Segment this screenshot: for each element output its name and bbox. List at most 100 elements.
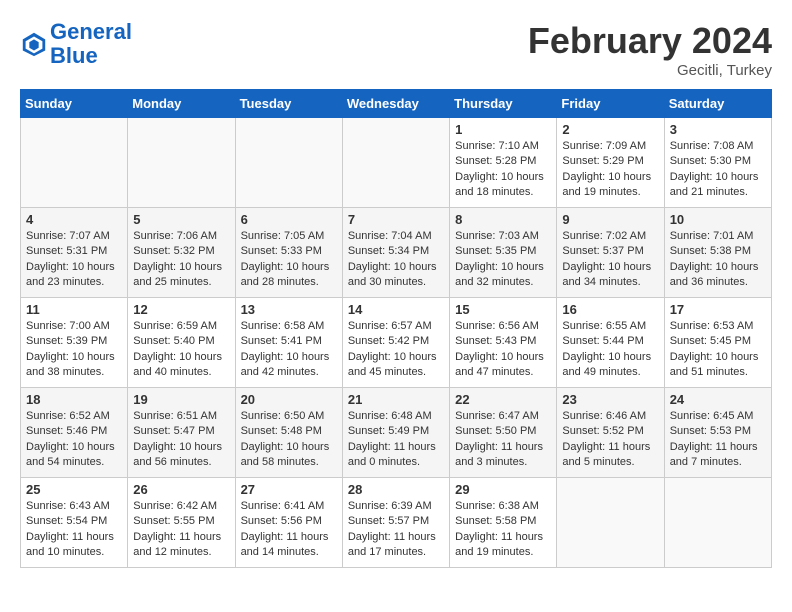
- day-info: Sunrise: 6:59 AM Sunset: 5:40 PM Dayligh…: [133, 319, 229, 381]
- calendar-cell: 5 Sunrise: 7:06 AM Sunset: 5:32 PM Daylig…: [128, 208, 235, 298]
- calendar-cell: [557, 478, 664, 568]
- day-info: Sunrise: 6:39 AM Sunset: 5:57 PM Dayligh…: [348, 499, 444, 561]
- calendar-cell: 11Sunrise: 7:00 AM Sunset: 5:39 PM Dayli…: [21, 298, 128, 388]
- day-info: Sunrise: 7:05 AM Sunset: 5:33 PM Dayligh…: [241, 229, 337, 291]
- day-info: Sunrise: 6:52 AM Sunset: 5:46 PM Dayligh…: [26, 409, 122, 471]
- col-header-saturday: Saturday: [664, 90, 771, 118]
- page-header: General Blue February 2024 Gecitli, Turk…: [20, 20, 772, 79]
- calendar-cell: 4 Sunrise: 7:07 AM Sunset: 5:31 PM Daylig…: [21, 208, 128, 298]
- day-info: Sunrise: 7:00 AM Sunset: 5:39 PM Dayligh…: [26, 319, 122, 381]
- calendar-header-row: SundayMondayTuesdayWednesdayThursdayFrid…: [21, 90, 772, 118]
- title-block: February 2024 Gecitli, Turkey: [528, 20, 772, 79]
- calendar-cell: [664, 478, 771, 568]
- day-info: Sunrise: 6:46 AM Sunset: 5:52 PM Dayligh…: [562, 409, 658, 471]
- calendar-cell: 21 Sunrise: 6:48 AM Sunset: 5:49 PM Dayli…: [342, 388, 449, 478]
- day-number: 21: [348, 392, 444, 407]
- col-header-friday: Friday: [557, 90, 664, 118]
- calendar-cell: 9Sunrise: 7:02 AM Sunset: 5:37 PM Daylig…: [557, 208, 664, 298]
- day-number: 16: [562, 302, 658, 317]
- calendar-cell: 26 Sunrise: 6:42 AM Sunset: 5:55 PM Dayli…: [128, 478, 235, 568]
- day-number: 12: [133, 302, 229, 317]
- day-number: 7: [348, 212, 444, 227]
- day-info: Sunrise: 6:50 AM Sunset: 5:48 PM Dayligh…: [241, 409, 337, 471]
- calendar-cell: [21, 118, 128, 208]
- calendar-cell: 22Sunrise: 6:47 AM Sunset: 5:50 PM Dayli…: [450, 388, 557, 478]
- day-number: 17: [670, 302, 766, 317]
- col-header-thursday: Thursday: [450, 90, 557, 118]
- day-number: 6: [241, 212, 337, 227]
- day-info: Sunrise: 7:04 AM Sunset: 5:34 PM Dayligh…: [348, 229, 444, 291]
- calendar-cell: 19 Sunrise: 6:51 AM Sunset: 5:47 PM Dayli…: [128, 388, 235, 478]
- day-number: 3: [670, 122, 766, 137]
- day-number: 19: [133, 392, 229, 407]
- calendar-cell: 7 Sunrise: 7:04 AM Sunset: 5:34 PM Daylig…: [342, 208, 449, 298]
- day-info: Sunrise: 6:43 AM Sunset: 5:54 PM Dayligh…: [26, 499, 122, 561]
- day-number: 26: [133, 482, 229, 497]
- day-number: 1: [455, 122, 551, 137]
- day-info: Sunrise: 7:07 AM Sunset: 5:31 PM Dayligh…: [26, 229, 122, 291]
- day-info: Sunrise: 7:08 AM Sunset: 5:30 PM Dayligh…: [670, 139, 766, 201]
- day-info: Sunrise: 6:56 AM Sunset: 5:43 PM Dayligh…: [455, 319, 551, 381]
- day-number: 27: [241, 482, 337, 497]
- day-number: 10: [670, 212, 766, 227]
- day-info: Sunrise: 6:53 AM Sunset: 5:45 PM Dayligh…: [670, 319, 766, 381]
- day-number: 29: [455, 482, 551, 497]
- calendar-cell: 15 Sunrise: 6:56 AM Sunset: 5:43 PM Dayli…: [450, 298, 557, 388]
- day-number: 28: [348, 482, 444, 497]
- week-row-2: 4 Sunrise: 7:07 AM Sunset: 5:31 PM Daylig…: [21, 208, 772, 298]
- location: Gecitli, Turkey: [528, 62, 772, 79]
- day-number: 25: [26, 482, 122, 497]
- calendar-cell: [235, 118, 342, 208]
- calendar-table: SundayMondayTuesdayWednesdayThursdayFrid…: [20, 89, 772, 568]
- calendar-cell: 13Sunrise: 6:58 AM Sunset: 5:41 PM Dayli…: [235, 298, 342, 388]
- week-row-5: 25 Sunrise: 6:43 AM Sunset: 5:54 PM Dayli…: [21, 478, 772, 568]
- day-info: Sunrise: 6:48 AM Sunset: 5:49 PM Dayligh…: [348, 409, 444, 471]
- day-number: 14: [348, 302, 444, 317]
- calendar-cell: 29 Sunrise: 6:38 AM Sunset: 5:58 PM Dayli…: [450, 478, 557, 568]
- day-number: 13: [241, 302, 337, 317]
- day-info: Sunrise: 6:47 AM Sunset: 5:50 PM Dayligh…: [455, 409, 551, 471]
- day-number: 23: [562, 392, 658, 407]
- calendar-cell: 3 Sunrise: 7:08 AM Sunset: 5:30 PM Daylig…: [664, 118, 771, 208]
- day-number: 2: [562, 122, 658, 137]
- day-number: 24: [670, 392, 766, 407]
- logo-line2: Blue: [50, 43, 98, 68]
- day-number: 15: [455, 302, 551, 317]
- day-info: Sunrise: 7:01 AM Sunset: 5:38 PM Dayligh…: [670, 229, 766, 291]
- month-title: February 2024: [528, 20, 772, 62]
- calendar-cell: 8Sunrise: 7:03 AM Sunset: 5:35 PM Daylig…: [450, 208, 557, 298]
- day-number: 8: [455, 212, 551, 227]
- day-info: Sunrise: 6:42 AM Sunset: 5:55 PM Dayligh…: [133, 499, 229, 561]
- day-info: Sunrise: 7:02 AM Sunset: 5:37 PM Dayligh…: [562, 229, 658, 291]
- day-info: Sunrise: 6:45 AM Sunset: 5:53 PM Dayligh…: [670, 409, 766, 471]
- week-row-3: 11Sunrise: 7:00 AM Sunset: 5:39 PM Dayli…: [21, 298, 772, 388]
- day-info: Sunrise: 6:41 AM Sunset: 5:56 PM Dayligh…: [241, 499, 337, 561]
- logo: General Blue: [20, 20, 132, 68]
- calendar-cell: 14Sunrise: 6:57 AM Sunset: 5:42 PM Dayli…: [342, 298, 449, 388]
- calendar-cell: 17 Sunrise: 6:53 AM Sunset: 5:45 PM Dayli…: [664, 298, 771, 388]
- day-number: 5: [133, 212, 229, 227]
- calendar-cell: 16 Sunrise: 6:55 AM Sunset: 5:44 PM Dayli…: [557, 298, 664, 388]
- col-header-sunday: Sunday: [21, 90, 128, 118]
- day-info: Sunrise: 6:51 AM Sunset: 5:47 PM Dayligh…: [133, 409, 229, 471]
- day-number: 18: [26, 392, 122, 407]
- week-row-1: 1Sunrise: 7:10 AM Sunset: 5:28 PM Daylig…: [21, 118, 772, 208]
- day-number: 4: [26, 212, 122, 227]
- logo-icon: [20, 30, 48, 58]
- calendar-cell: 23 Sunrise: 6:46 AM Sunset: 5:52 PM Dayli…: [557, 388, 664, 478]
- calendar-cell: 27 Sunrise: 6:41 AM Sunset: 5:56 PM Dayli…: [235, 478, 342, 568]
- day-info: Sunrise: 6:38 AM Sunset: 5:58 PM Dayligh…: [455, 499, 551, 561]
- week-row-4: 18 Sunrise: 6:52 AM Sunset: 5:46 PM Dayli…: [21, 388, 772, 478]
- calendar-cell: 1Sunrise: 7:10 AM Sunset: 5:28 PM Daylig…: [450, 118, 557, 208]
- col-header-monday: Monday: [128, 90, 235, 118]
- calendar-cell: 6 Sunrise: 7:05 AM Sunset: 5:33 PM Daylig…: [235, 208, 342, 298]
- day-info: Sunrise: 7:06 AM Sunset: 5:32 PM Dayligh…: [133, 229, 229, 291]
- calendar-cell: 18 Sunrise: 6:52 AM Sunset: 5:46 PM Dayli…: [21, 388, 128, 478]
- logo-line1: General: [50, 19, 132, 44]
- day-number: 20: [241, 392, 337, 407]
- calendar-cell: 24 Sunrise: 6:45 AM Sunset: 5:53 PM Dayli…: [664, 388, 771, 478]
- calendar-cell: 25 Sunrise: 6:43 AM Sunset: 5:54 PM Dayli…: [21, 478, 128, 568]
- col-header-tuesday: Tuesday: [235, 90, 342, 118]
- day-info: Sunrise: 6:55 AM Sunset: 5:44 PM Dayligh…: [562, 319, 658, 381]
- calendar-cell: 20 Sunrise: 6:50 AM Sunset: 5:48 PM Dayli…: [235, 388, 342, 478]
